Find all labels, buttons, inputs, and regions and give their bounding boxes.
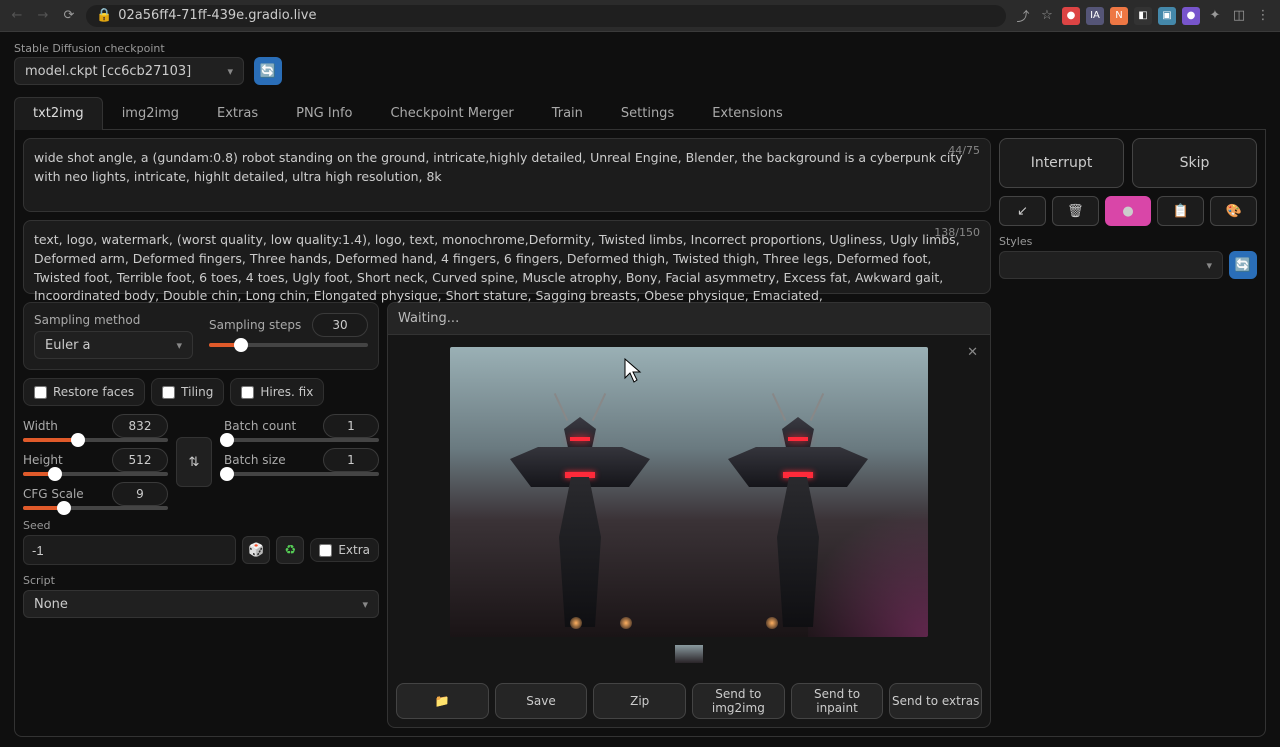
refresh-checkpoint-button[interactable]: 🔄	[254, 57, 282, 85]
sampling-method-label: Sampling method	[34, 313, 193, 327]
sampling-method-select[interactable]: Euler a	[34, 331, 193, 359]
width-label: Width	[23, 419, 58, 433]
save-button[interactable]: Save	[495, 683, 588, 719]
batch-count-slider[interactable]	[224, 438, 379, 442]
dice-icon: 🎲	[248, 543, 264, 558]
seed-random-button[interactable]: 🎲	[242, 536, 270, 564]
script-select[interactable]: None	[23, 590, 379, 618]
width-value[interactable]: 832	[112, 414, 168, 438]
batch-size-slider[interactable]	[224, 472, 379, 476]
arrow-icon: ↙	[1017, 204, 1028, 219]
seed-reuse-button[interactable]: ♻	[276, 536, 304, 564]
tab-extensions[interactable]: Extensions	[693, 97, 802, 129]
seed-input[interactable]	[23, 535, 236, 565]
forward-icon[interactable]: →	[34, 7, 52, 25]
height-value[interactable]: 512	[112, 448, 168, 472]
tab-img2img[interactable]: img2img	[103, 97, 198, 129]
sampling-steps-slider[interactable]	[209, 343, 368, 347]
preview-status: Waiting...	[388, 303, 990, 335]
ext-icon-4[interactable]: ◧	[1134, 7, 1152, 25]
refresh-styles-button[interactable]: 🔄	[1229, 251, 1257, 279]
lock-icon: 🔒	[96, 8, 112, 23]
interrupt-button[interactable]: Interrupt	[999, 138, 1124, 188]
cfg-value[interactable]: 9	[112, 482, 168, 506]
close-icon[interactable]: ✕	[967, 345, 978, 360]
url-bar[interactable]: 🔒 02a56ff4-71ff-439e.gradio.live	[86, 5, 1006, 27]
ext-icon-3[interactable]: N	[1110, 7, 1128, 25]
clear-button[interactable]: 🗑	[1052, 196, 1099, 226]
styles-select[interactable]	[999, 251, 1223, 279]
height-slider[interactable]	[23, 472, 168, 476]
refresh-icon: 🔄	[1235, 258, 1251, 273]
batch-size-value[interactable]: 1	[323, 448, 379, 472]
browser-extensions: ⤴ ☆ ● IA N ◧ ▣ ● ✦ ◫ ⋮	[1014, 7, 1272, 25]
tab-extras[interactable]: Extras	[198, 97, 277, 129]
tab-settings[interactable]: Settings	[602, 97, 693, 129]
prompt-token-count: 44/75	[948, 143, 980, 160]
menu-icon[interactable]: ⋮	[1254, 7, 1272, 25]
refresh-icon: 🔄	[260, 64, 276, 79]
ext-icon-5[interactable]: ▣	[1158, 7, 1176, 25]
thumbnail[interactable]	[675, 645, 703, 663]
seed-extra-check[interactable]: Extra	[310, 538, 379, 562]
reload-icon[interactable]: ⟳	[60, 7, 78, 25]
puzzle-icon[interactable]: ✦	[1206, 7, 1224, 25]
styles-label: Styles	[999, 235, 1032, 248]
negative-prompt-input[interactable]: text, logo, watermark, (worst quality, l…	[23, 220, 991, 294]
skip-button[interactable]: Skip	[1132, 138, 1257, 188]
sampling-steps-label: Sampling steps	[209, 318, 301, 332]
swap-dims-button[interactable]: ⇅	[176, 437, 212, 487]
send-img2img-button[interactable]: Send to img2img	[692, 683, 785, 719]
height-label: Height	[23, 453, 63, 467]
clipboard-button[interactable]: 📋	[1157, 196, 1204, 226]
send-extras-button[interactable]: Send to extras	[889, 683, 982, 719]
batch-count-label: Batch count	[224, 419, 296, 433]
recycle-icon: ♻	[284, 543, 296, 558]
tiling-check[interactable]: Tiling	[151, 378, 224, 406]
cfg-label: CFG Scale	[23, 487, 84, 501]
width-slider[interactable]	[23, 438, 168, 442]
script-label: Script	[23, 574, 55, 587]
styles-button-1[interactable]: ●	[1105, 196, 1152, 226]
cfg-slider[interactable]	[23, 506, 168, 510]
arrow-button[interactable]: ↙	[999, 196, 1046, 226]
url-text: 02a56ff4-71ff-439e.gradio.live	[118, 8, 316, 23]
tab-train[interactable]: Train	[533, 97, 602, 129]
panel-icon[interactable]: ◫	[1230, 7, 1248, 25]
prompt-input[interactable]: wide shot angle, a (gundam:0.8) robot st…	[23, 138, 991, 212]
palette-icon: 🎨	[1225, 204, 1241, 219]
back-icon[interactable]: ←	[8, 7, 26, 25]
tab-pnginfo[interactable]: PNG Info	[277, 97, 371, 129]
clipboard-icon: 📋	[1173, 204, 1189, 219]
checkpoint-label: Stable Diffusion checkpoint	[14, 42, 244, 55]
star-icon[interactable]: ☆	[1038, 7, 1056, 25]
preview-image	[450, 347, 928, 637]
browser-bar: ← → ⟳ 🔒 02a56ff4-71ff-439e.gradio.live ⤴…	[0, 0, 1280, 32]
share-icon[interactable]: ⤴	[1014, 7, 1032, 25]
batch-count-value[interactable]: 1	[323, 414, 379, 438]
open-folder-button[interactable]: 📁	[396, 683, 489, 719]
seed-label: Seed	[23, 519, 51, 532]
restore-faces-check[interactable]: Restore faces	[23, 378, 145, 406]
ext-icon-1[interactable]: ●	[1062, 7, 1080, 25]
palette-button[interactable]: 🎨	[1210, 196, 1257, 226]
send-inpaint-button[interactable]: Send to inpaint	[791, 683, 884, 719]
hires-fix-check[interactable]: Hires. fix	[230, 378, 324, 406]
zip-button[interactable]: Zip	[593, 683, 686, 719]
swap-icon: ⇅	[189, 455, 200, 470]
sampling-steps-value[interactable]: 30	[312, 313, 368, 337]
tab-txt2img[interactable]: txt2img	[14, 97, 103, 130]
trash-icon: 🗑	[1067, 204, 1084, 219]
negative-token-count: 138/150	[934, 225, 980, 242]
tab-checkpoint-merger[interactable]: Checkpoint Merger	[371, 97, 532, 129]
tabs: txt2img img2img Extras PNG Info Checkpoi…	[14, 97, 1266, 130]
batch-size-label: Batch size	[224, 453, 286, 467]
checkpoint-select[interactable]: model.ckpt [cc6cb27103]	[14, 57, 244, 85]
dot-icon: ●	[1122, 204, 1133, 219]
ext-icon-2[interactable]: IA	[1086, 7, 1104, 25]
ext-icon-6[interactable]: ●	[1182, 7, 1200, 25]
